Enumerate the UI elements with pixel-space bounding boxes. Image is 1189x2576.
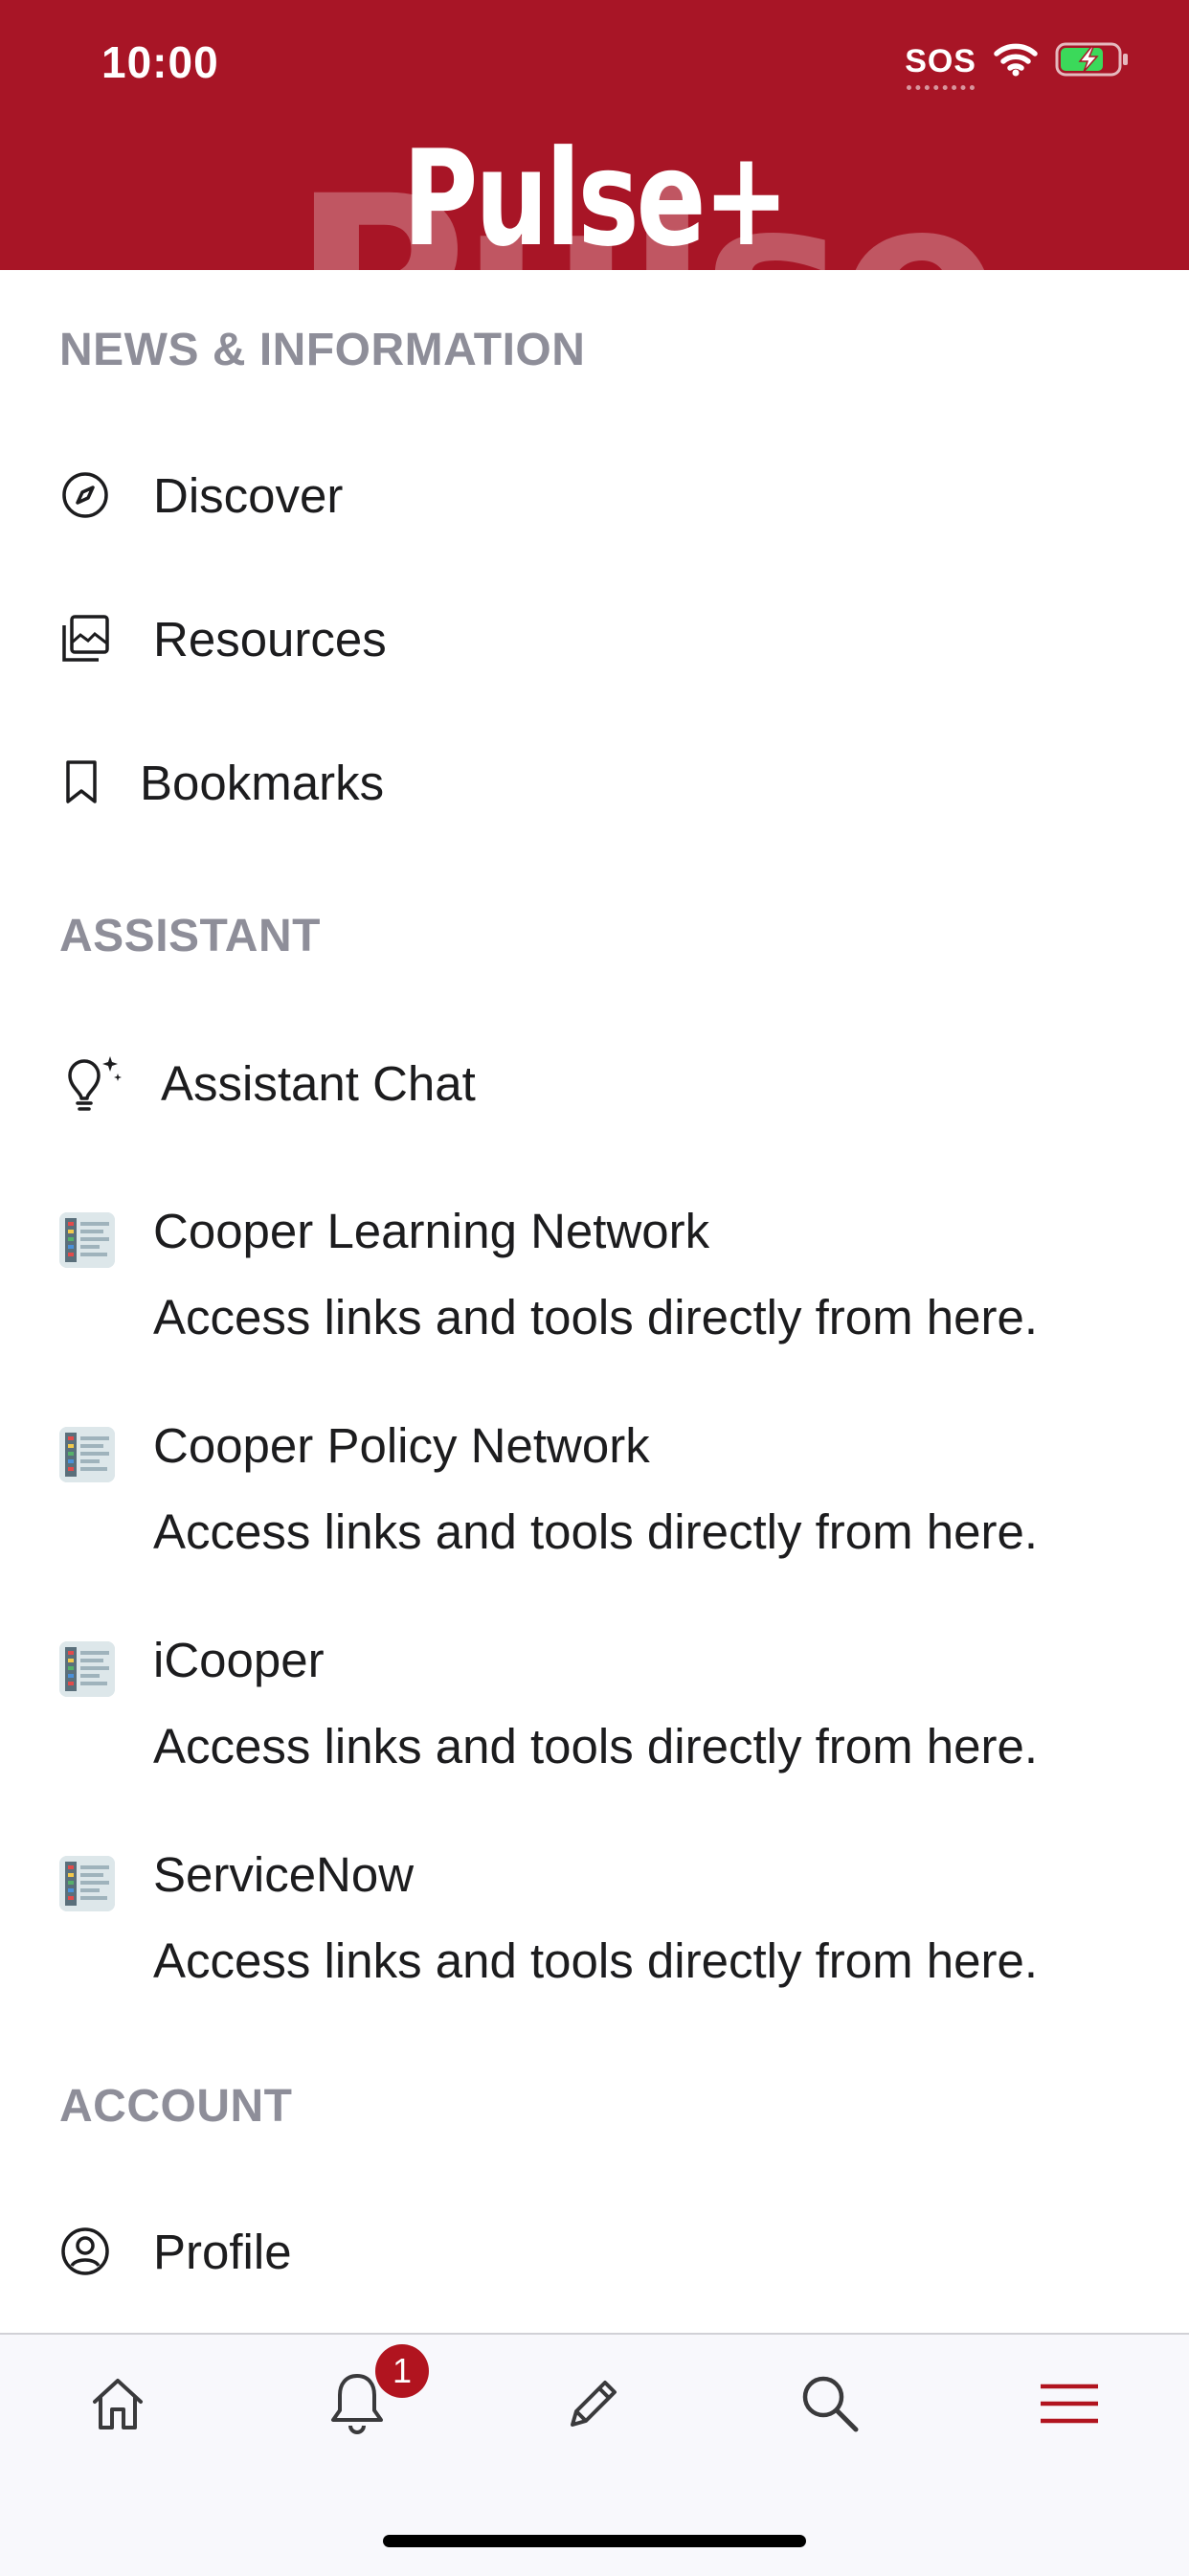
menu-item-label: Resources <box>153 611 387 667</box>
menu-item-label: Discover <box>153 467 344 523</box>
sos-indicator: SOS <box>905 42 976 90</box>
app-link-title: iCooper <box>153 1633 325 1687</box>
status-time: 10:00 <box>101 37 219 87</box>
status-icons: SOS <box>905 40 1130 90</box>
menu-item-discover[interactable]: Discover <box>0 442 1189 548</box>
menu-item-resources[interactable]: Resources <box>0 586 1189 691</box>
tab-home[interactable] <box>60 2358 175 2453</box>
app-header: 10:00 SOS Pulse Pulse+ <box>0 0 1189 270</box>
menu-icon <box>1038 2379 1101 2433</box>
menu-item-label: Profile <box>153 2224 292 2279</box>
app-link-description: Access links and tools directly from her… <box>153 1719 1039 1774</box>
app-tile-icon <box>59 1856 115 1911</box>
app-link-title: Cooper Learning Network <box>153 1204 710 1258</box>
app-link-description: Access links and tools directly from her… <box>153 1504 1039 1559</box>
wifi-icon <box>994 42 1038 81</box>
notification-badge: 1 <box>375 2344 429 2398</box>
menu-item-profile[interactable]: Profile <box>0 2199 1189 2304</box>
app-link-title: ServiceNow <box>153 1847 415 1902</box>
menu-item-bookmarks[interactable]: Bookmarks <box>0 730 1189 835</box>
tab-menu[interactable] <box>1012 2358 1127 2453</box>
compass-icon <box>59 469 111 521</box>
app-tile-icon <box>59 1641 115 1697</box>
menu-item-label: Assistant Chat <box>161 1055 476 1111</box>
app-link-cooper-learning-network[interactable]: Cooper Learning Network Access links and… <box>0 1203 1189 1385</box>
app-link-servicenow[interactable]: ServiceNow Access links and tools direct… <box>0 1846 1189 2028</box>
section-header-account: ACCOUNT <box>59 2081 293 2132</box>
tab-search[interactable] <box>773 2358 887 2453</box>
app-tile-icon <box>59 1212 115 1268</box>
app-tile-icon <box>59 1427 115 1482</box>
section-header-assistant: ASSISTANT <box>59 911 321 961</box>
app-link-cooper-policy-network[interactable]: Cooper Policy Network Access links and t… <box>0 1417 1189 1599</box>
app-logo: Pulse+ <box>402 122 790 270</box>
app-link-icooper[interactable]: iCooper Access links and tools directly … <box>0 1632 1189 1814</box>
photo-stack-icon <box>59 613 111 665</box>
section-header-news: NEWS & INFORMATION <box>59 325 586 375</box>
app-link-title: Cooper Policy Network <box>153 1418 650 1473</box>
menu-item-assistant-chat[interactable]: Assistant Chat <box>0 1030 1189 1136</box>
home-icon <box>87 2373 148 2439</box>
app-link-description: Access links and tools directly from her… <box>153 1290 1039 1344</box>
bookmark-icon <box>56 757 107 808</box>
battery-charging-icon <box>1055 41 1130 82</box>
person-circle-icon <box>59 2226 111 2277</box>
app-link-description: Access links and tools directly from her… <box>153 1933 1039 1988</box>
lightbulb-sparkle-icon <box>59 1056 124 1111</box>
search-icon <box>798 2372 862 2440</box>
home-indicator[interactable] <box>383 2535 806 2547</box>
tab-compose[interactable] <box>536 2358 651 2453</box>
menu-item-label: Bookmarks <box>140 755 385 810</box>
pencil-icon <box>563 2373 624 2439</box>
